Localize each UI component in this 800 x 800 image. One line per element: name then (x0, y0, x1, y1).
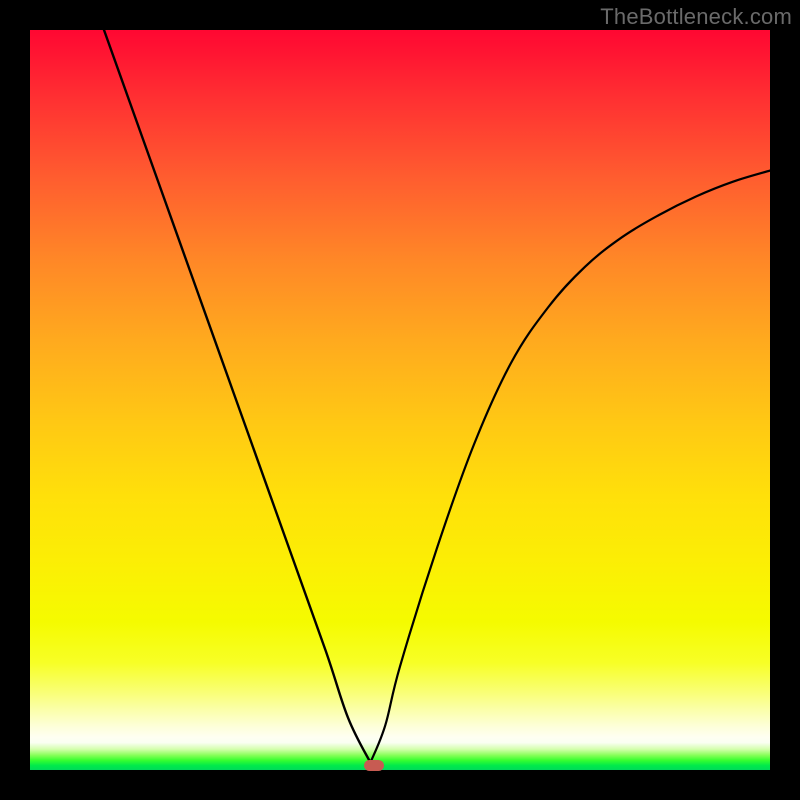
minimum-marker (364, 760, 384, 772)
chart-plot-area (30, 30, 770, 770)
curve-left-branch (104, 30, 370, 763)
watermark-text: TheBottleneck.com (600, 4, 792, 30)
curve-right-branch (370, 171, 770, 763)
curve-svg (30, 30, 770, 770)
